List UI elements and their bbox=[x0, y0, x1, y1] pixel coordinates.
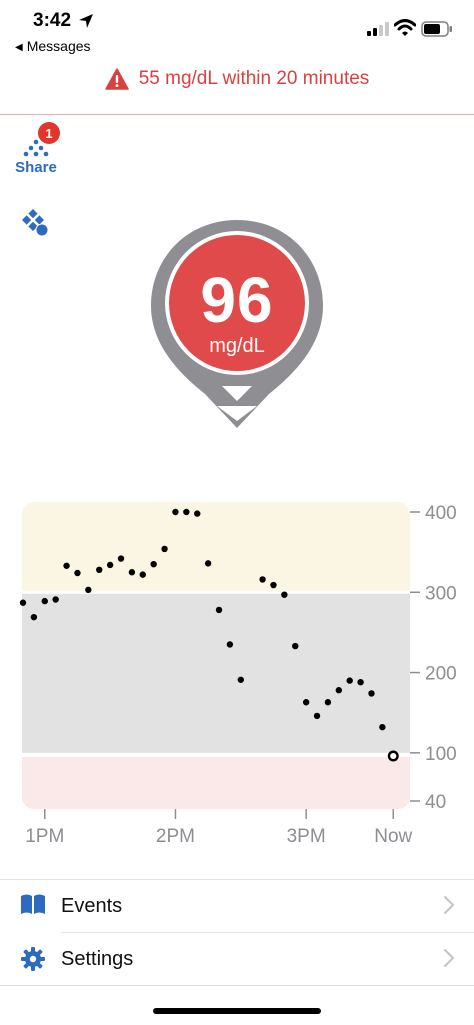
reading-point[interactable] bbox=[85, 586, 92, 594]
reading-point[interactable] bbox=[172, 508, 179, 516]
reading-point[interactable] bbox=[41, 597, 48, 605]
reading-point[interactable] bbox=[161, 545, 168, 553]
status-bar: 3:42 ◀ Messages bbox=[0, 0, 474, 60]
reading-point[interactable] bbox=[324, 699, 332, 706]
reading-point[interactable] bbox=[128, 569, 136, 576]
x-tick-label: 3PM bbox=[287, 826, 326, 847]
zone-in-range bbox=[22, 592, 410, 753]
book-icon bbox=[21, 894, 45, 914]
urgent-low-soon-alert[interactable]: 55 mg/dL within 20 minutes bbox=[0, 68, 474, 106]
y-tick-label: 200 bbox=[425, 664, 457, 685]
share-label: Share bbox=[15, 159, 57, 176]
reading-point[interactable] bbox=[215, 606, 223, 614]
bottom-menu: Events Settings bbox=[0, 879, 474, 986]
glucose-history-chart[interactable]: 400 300 200 100 40 1PM 2PM 3PM Now bbox=[0, 495, 474, 855]
menu-divider bbox=[0, 985, 474, 986]
x-tick-label: 1PM bbox=[25, 826, 64, 847]
y-tick-label: 300 bbox=[425, 583, 457, 604]
y-tick-label: 40 bbox=[425, 792, 446, 813]
wifi-icon bbox=[394, 19, 416, 36]
reading-point[interactable] bbox=[270, 581, 277, 589]
reading-point[interactable] bbox=[106, 561, 114, 569]
glucose-unit: mg/dL bbox=[209, 335, 265, 357]
reading-point[interactable] bbox=[368, 690, 375, 697]
warning-triangle-icon bbox=[104, 68, 129, 90]
reading-point[interactable] bbox=[335, 687, 343, 694]
reading-point[interactable] bbox=[302, 699, 310, 706]
battery-icon bbox=[421, 21, 452, 37]
menu-item-label: Events bbox=[61, 895, 123, 917]
reading-point[interactable] bbox=[117, 555, 125, 562]
zone-low bbox=[22, 756, 410, 809]
y-tick-label: 400 bbox=[425, 503, 457, 524]
reading-point[interactable] bbox=[292, 642, 299, 650]
reading-point[interactable] bbox=[150, 560, 157, 568]
back-label: Messages bbox=[26, 38, 91, 54]
reading-point[interactable] bbox=[313, 712, 321, 720]
reading-point[interactable] bbox=[74, 569, 81, 577]
x-tick-label: Now bbox=[374, 826, 412, 847]
reading-point[interactable] bbox=[52, 596, 59, 603]
sensor-status-icon[interactable] bbox=[18, 207, 52, 239]
chevron-right-icon bbox=[444, 896, 454, 914]
reading-point[interactable] bbox=[204, 560, 212, 567]
reading-point[interactable] bbox=[357, 678, 364, 686]
y-tick-label: 100 bbox=[425, 744, 457, 765]
gear-icon bbox=[21, 947, 45, 971]
reading-point[interactable] bbox=[183, 508, 190, 516]
reading-point[interactable] bbox=[19, 599, 27, 606]
reading-point[interactable] bbox=[96, 566, 103, 573]
back-triangle-icon: ◀ bbox=[15, 42, 23, 53]
menu-item-settings[interactable]: Settings bbox=[0, 933, 474, 985]
menu-item-events[interactable]: Events bbox=[0, 880, 474, 932]
reading-point[interactable] bbox=[379, 723, 386, 731]
reading-point[interactable] bbox=[194, 510, 201, 517]
share-notification-badge: 1 bbox=[38, 122, 60, 144]
chevron-right-icon bbox=[444, 949, 454, 967]
status-time: 3:42 bbox=[33, 10, 72, 31]
menu-item-label: Settings bbox=[61, 948, 134, 970]
current-reading-point[interactable] bbox=[387, 750, 399, 762]
reading-point[interactable] bbox=[281, 591, 288, 598]
reading-point[interactable] bbox=[30, 613, 38, 621]
reading-point[interactable] bbox=[237, 676, 244, 683]
x-tick-label: 2PM bbox=[156, 826, 195, 847]
back-to-messages-link[interactable]: ◀ Messages bbox=[15, 38, 91, 54]
zone-high bbox=[22, 502, 410, 593]
reading-point[interactable] bbox=[346, 677, 353, 684]
signal-icon bbox=[367, 22, 389, 36]
alert-text: 55 mg/dL within 20 minutes bbox=[138, 68, 370, 89]
home-indicator bbox=[153, 1008, 321, 1014]
share-button[interactable]: 1 Share bbox=[12, 122, 60, 180]
reading-point[interactable] bbox=[259, 576, 266, 583]
reading-point[interactable] bbox=[63, 562, 70, 569]
reading-point[interactable] bbox=[226, 641, 234, 648]
reading-point[interactable] bbox=[139, 571, 146, 578]
glucose-value: 96 bbox=[200, 264, 274, 336]
alert-divider bbox=[0, 114, 474, 115]
location-arrow-icon bbox=[79, 14, 93, 28]
